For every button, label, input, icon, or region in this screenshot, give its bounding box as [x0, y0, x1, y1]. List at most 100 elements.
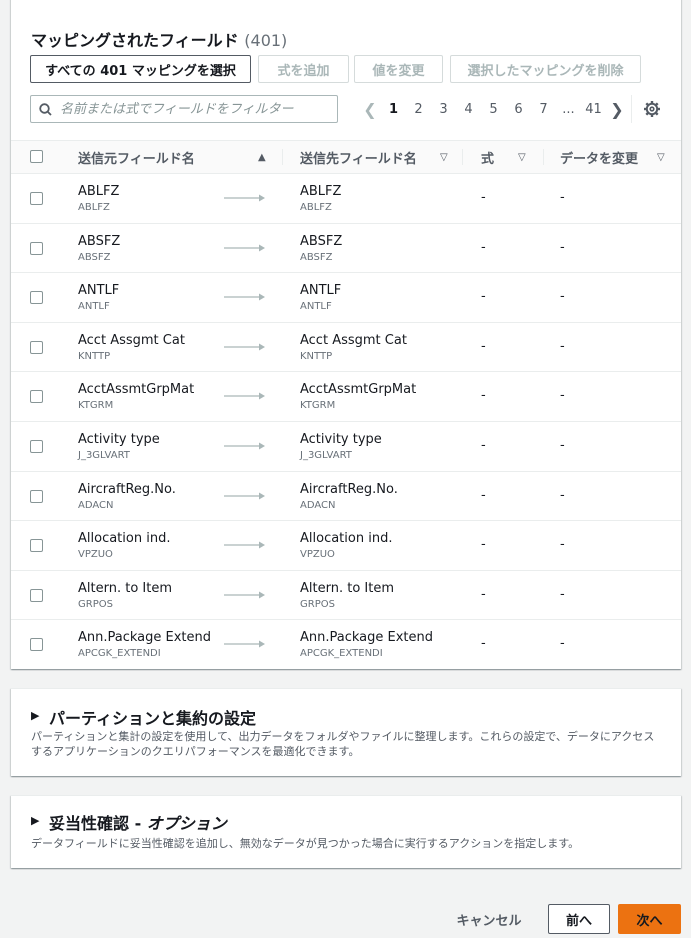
page-7[interactable]: 7: [531, 102, 556, 117]
mapping-arrow-icon: [224, 492, 265, 500]
transform-value: -: [560, 289, 565, 305]
target-field-code: KNTTP: [300, 350, 333, 362]
sort-toggle-icon[interactable]: ▽: [518, 152, 526, 163]
change-value-button[interactable]: 値を変更: [354, 55, 443, 83]
column-transform-label: データを変更: [560, 151, 639, 167]
table-row: ABSFZ ABSFZ ABSFZ ABSFZ - -: [11, 224, 681, 274]
column-transform[interactable]: データを変更 ▽: [560, 141, 670, 173]
row-checkbox[interactable]: [30, 489, 43, 503]
target-field-name: AcctAssmtGrpMat: [300, 382, 417, 398]
formula-value: -: [481, 289, 486, 305]
source-field-code: APCGK_EXTENDI: [78, 648, 161, 660]
source-field-code: ABLFZ: [78, 202, 110, 213]
transform-value: -: [560, 537, 565, 553]
sort-toggle-icon[interactable]: ▽: [440, 152, 448, 163]
sort-toggle-icon[interactable]: ▽: [657, 152, 665, 163]
formula-value: -: [481, 388, 486, 404]
target-field-name: Acct Assgmt Cat: [300, 332, 407, 348]
page-6[interactable]: 6: [506, 102, 531, 117]
next-page-icon[interactable]: ❯: [606, 100, 628, 119]
source-field-name: Ann.Package Extend: [78, 630, 212, 646]
mapping-arrow-icon: [224, 194, 265, 202]
source-field-name: Activity type: [78, 431, 160, 447]
mapped-fields-panel: マッピングされたフィールド (401) すべての 401 マッピングを選択 式を…: [11, 0, 681, 669]
target-field-name: Activity type: [300, 431, 382, 447]
column-source-field-label: 送信元フィールド名: [78, 151, 195, 167]
target-field-code: J_3GLVART: [300, 449, 352, 461]
search-icon: [39, 102, 52, 116]
formula-value: -: [481, 586, 486, 602]
table-row: ANTLF ANTLF ANTLF ANTLF - -: [11, 273, 681, 323]
validation-title[interactable]: 妥当性確認 - オプション: [49, 810, 227, 834]
transform-value: -: [560, 388, 565, 404]
source-field-name: ANTLF: [78, 283, 120, 299]
table-row: Allocation ind. VPZUO Allocation ind. VP…: [11, 521, 681, 571]
field-filter-search[interactable]: [30, 95, 338, 123]
page-4[interactable]: 4: [456, 102, 481, 117]
source-field-code: ADACN: [78, 499, 114, 511]
target-field-name: ABLFZ: [300, 184, 342, 199]
page-5[interactable]: 5: [481, 102, 506, 117]
page-2[interactable]: 2: [406, 102, 431, 117]
row-checkbox[interactable]: [30, 638, 43, 652]
target-field-name: ABSFZ: [300, 233, 343, 249]
select-all-checkbox[interactable]: [30, 150, 43, 163]
next-button[interactable]: 次へ: [618, 904, 681, 934]
row-checkbox[interactable]: [30, 291, 43, 305]
table-header: 送信元フィールド名 ▲ 送信先フィールド名 ▽ 式 ▽ データを変更 ▽: [11, 140, 681, 174]
table-row: Ann.Package Extend APCGK_EXTENDI Ann.Pac…: [11, 620, 681, 670]
column-source-field[interactable]: 送信元フィールド名 ▲: [78, 141, 268, 173]
target-field-name: ANTLF: [300, 283, 342, 299]
partition-settings-title[interactable]: パーティションと集約の設定: [49, 705, 256, 729]
caret-right-icon[interactable]: ▶: [31, 814, 39, 827]
source-field-code: ABSFZ: [78, 251, 111, 263]
transform-value: -: [560, 487, 565, 503]
source-field-code: KTGRM: [78, 400, 114, 412]
caret-right-icon[interactable]: ▶: [31, 709, 39, 722]
cancel-button[interactable]: キャンセル: [448, 904, 530, 934]
formula-value: -: [481, 239, 486, 255]
page-1[interactable]: 1: [381, 102, 406, 117]
source-field-name: AircraftReg.No.: [78, 481, 176, 497]
pagination-divider: [631, 95, 632, 123]
table-row: Activity type J_3GLVART Activity type J_…: [11, 422, 681, 472]
add-formula-button[interactable]: 式を追加: [258, 55, 349, 83]
field-filter-input[interactable]: [60, 101, 320, 117]
mapped-fields-title-text: マッピングされたフィールド: [31, 31, 239, 50]
source-field-code: ANTLF: [78, 301, 110, 313]
row-checkbox[interactable]: [30, 340, 43, 354]
table-row: Acct Assgmt Cat KNTTP Acct Assgmt Cat KN…: [11, 323, 681, 373]
column-divider: [282, 149, 283, 165]
formula-value: -: [481, 190, 486, 205]
transform-value: -: [560, 437, 565, 453]
previous-page-icon[interactable]: ❮: [359, 100, 381, 119]
row-checkbox[interactable]: [30, 192, 43, 205]
source-field-name: ABSFZ: [78, 233, 121, 249]
validation-description: データフィールドに妥当性確認を追加し、無効なデータが見つかった場合に実行するアク…: [31, 837, 580, 850]
column-target-field[interactable]: 送信先フィールド名 ▽: [300, 141, 460, 173]
column-target-field-label: 送信先フィールド名: [300, 151, 417, 167]
select-all-mappings-button[interactable]: すべての 401 マッピングを選択: [30, 55, 251, 83]
sort-ascending-icon[interactable]: ▲: [258, 152, 266, 163]
mapping-arrow-icon: [224, 392, 265, 400]
partition-settings-section[interactable]: ▶ パーティションと集約の設定 パーティションと集計の設定を使用して、出力データ…: [11, 688, 681, 776]
target-field-code: APCGK_EXTENDI: [300, 648, 383, 660]
delete-selected-mappings-button[interactable]: 選択したマッピングを削除: [450, 55, 641, 83]
row-checkbox[interactable]: [30, 241, 43, 255]
gear-icon[interactable]: [643, 100, 661, 118]
mapping-arrow-icon: [224, 442, 265, 450]
target-field-name: Ann.Package Extend: [300, 630, 434, 646]
column-formula[interactable]: 式 ▽: [481, 141, 531, 173]
target-field-code: GRPOS: [300, 598, 335, 610]
transform-value: -: [560, 586, 565, 602]
row-checkbox[interactable]: [30, 390, 43, 404]
page-last[interactable]: 41: [581, 102, 606, 117]
validation-section[interactable]: ▶ 妥当性確認 - オプション データフィールドに妥当性確認を追加し、無効なデー…: [11, 795, 681, 868]
source-field-code: VPZUO: [78, 549, 113, 561]
previous-button[interactable]: 前へ: [548, 904, 610, 934]
row-checkbox[interactable]: [30, 588, 43, 602]
row-checkbox[interactable]: [30, 539, 43, 553]
target-field-code: ABLFZ: [300, 202, 332, 213]
page-3[interactable]: 3: [431, 102, 456, 117]
row-checkbox[interactable]: [30, 439, 43, 453]
